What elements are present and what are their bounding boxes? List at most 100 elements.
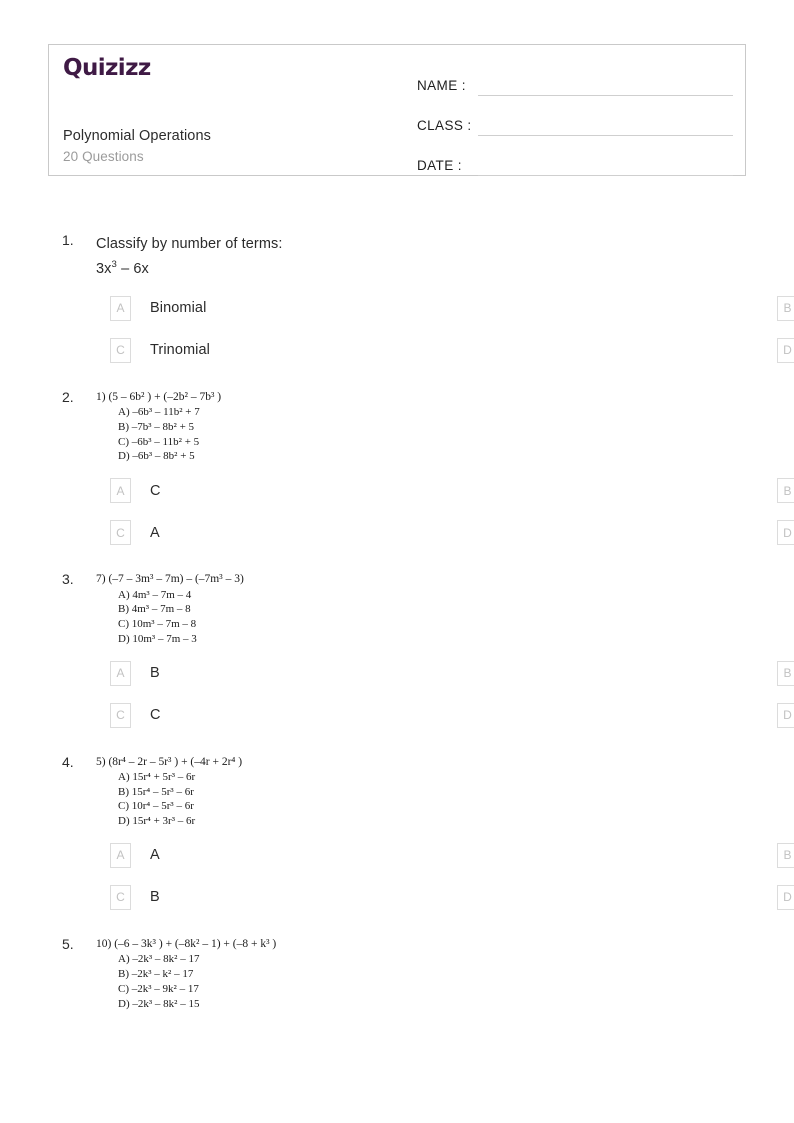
question-count-label: 20 Questions: [63, 149, 144, 164]
option-letter-badge: B: [777, 842, 794, 868]
answer-option-a[interactable]: A Binomial: [62, 295, 428, 321]
option-letter-badge: B: [777, 478, 794, 504]
question-number: 5.: [62, 935, 74, 952]
option-label: A: [150, 847, 160, 864]
option-letter-badge: C: [110, 884, 131, 910]
date-field-row: DATE :: [417, 143, 733, 176]
questions-list: 1. Classify by number of terms: 3x3 – 6x…: [0, 232, 794, 1017]
expression-rest: – 6x: [116, 260, 149, 277]
answer-options: A Binomial B 4-Term Polynomial C Trinomi…: [62, 295, 794, 363]
name-field-row: NAME :: [417, 63, 733, 96]
answer-option-b[interactable]: B 4-Term Polynomial: [428, 295, 794, 321]
answer-option-d[interactable]: D A: [428, 702, 794, 728]
question-number: 4.: [62, 753, 74, 770]
class-input-line[interactable]: [478, 115, 733, 136]
answer-option-d[interactable]: D Monomial: [428, 337, 794, 363]
question-body: 7) (–7 – 3m³ – 7m) – (–7m³ – 3) A) 4m³ –…: [96, 571, 794, 646]
student-info-fields: NAME : CLASS : DATE :: [417, 63, 733, 183]
option-letter-badge: A: [110, 478, 131, 504]
date-input-line[interactable]: [478, 155, 733, 176]
math-choice: D) –6b³ – 8b² + 5: [118, 450, 195, 463]
math-choice: C) 10m³ – 7m – 8: [118, 618, 197, 631]
math-choice: C) 10r⁴ – 5r³ – 6r: [118, 800, 194, 813]
math-choice: B) 4m³ – 7m – 8: [118, 603, 191, 616]
math-stem-expression: (–6 – 3k³ ) + (–8k² – 1) + (–8 + k³ ): [114, 937, 277, 950]
math-choice: B) –2k³ – k² – 17: [118, 968, 194, 981]
math-stem: 7) (–7 – 3m³ – 7m) – (–7m³ – 3): [96, 572, 794, 587]
question-body: 1) (5 – 6b² ) + (–2b² – 7b³ ) A) –6b³ – …: [96, 389, 794, 464]
question-item: 5. 10) (–6 – 3k³ ) + (–8k² – 1) + (–8 + …: [0, 936, 794, 1011]
question-prompt-expression: 3x3 – 6x: [96, 257, 794, 282]
header-brand-area: Quizizz: [63, 57, 393, 80]
math-stem-number: 1): [96, 390, 106, 403]
question-number: 3.: [62, 571, 74, 588]
option-row: A C B D: [62, 478, 794, 504]
math-choice: A) –2k³ – 8k² – 17: [118, 953, 200, 966]
answer-option-a[interactable]: A A: [62, 842, 428, 868]
option-label: B: [150, 889, 160, 906]
answer-option-c[interactable]: C B: [62, 884, 428, 910]
name-input-line[interactable]: [478, 75, 733, 96]
option-row: C Trinomial D Monomial: [62, 337, 794, 363]
option-label: C: [150, 482, 161, 499]
option-letter-badge: A: [110, 660, 131, 686]
option-letter-badge: D: [777, 702, 794, 728]
option-row: A B B D: [62, 660, 794, 686]
question-math-image: 5) (8r⁴ – 2r – 5r³ ) + (–4r + 2r⁴ ) A) 1…: [96, 754, 794, 829]
math-stem: 10) (–6 – 3k³ ) + (–8k² – 1) + (–8 + k³ …: [96, 937, 794, 952]
class-field-label: CLASS :: [417, 118, 472, 133]
math-stem-number: 5): [96, 755, 106, 768]
answer-option-d[interactable]: D B: [428, 520, 794, 546]
math-choice: D) –2k³ – 8k² – 15: [118, 997, 200, 1010]
math-stem-number: 7): [96, 573, 106, 586]
question-math-image: 10) (–6 – 3k³ ) + (–8k² – 1) + (–8 + k³ …: [96, 936, 794, 1011]
option-letter-badge: D: [777, 520, 794, 546]
answer-option-a[interactable]: A B: [62, 660, 428, 686]
class-field-row: CLASS :: [417, 103, 733, 136]
answer-option-b[interactable]: B D: [428, 660, 794, 686]
question-math-image: 1) (5 – 6b² ) + (–2b² – 7b³ ) A) –6b³ – …: [96, 389, 794, 464]
option-letter-badge: D: [777, 884, 794, 910]
answer-option-c[interactable]: C A: [62, 520, 428, 546]
option-letter-badge: C: [110, 702, 131, 728]
date-field-label: DATE :: [417, 158, 462, 173]
option-letter-badge: A: [110, 295, 131, 321]
answer-options: A A B C C B D D: [62, 842, 794, 910]
answer-option-c[interactable]: C Trinomial: [62, 337, 428, 363]
option-letter-badge: A: [110, 842, 131, 868]
question-number: 1.: [62, 232, 74, 248]
name-field-label: NAME :: [417, 78, 466, 93]
math-choice: D) 10m³ – 7m – 3: [118, 632, 197, 645]
math-choice: C) –2k³ – 9k² – 17: [118, 982, 199, 995]
question-item: 1. Classify by number of terms: 3x3 – 6x…: [0, 232, 794, 363]
answer-option-c[interactable]: C C: [62, 702, 428, 728]
answer-option-d[interactable]: D D: [428, 884, 794, 910]
question-math-image: 7) (–7 – 3m³ – 7m) – (–7m³ – 3) A) 4m³ –…: [96, 571, 794, 646]
option-row: A Binomial B 4-Term Polynomial: [62, 295, 794, 321]
math-stem-number: 10): [96, 937, 112, 950]
math-stem-expression: (–7 – 3m³ – 7m) – (–7m³ – 3): [108, 573, 244, 586]
question-item: 4. 5) (8r⁴ – 2r – 5r³ ) + (–4r + 2r⁴ ) A…: [0, 754, 794, 910]
quizizz-logo: Quizizz: [63, 55, 151, 81]
question-body: 5) (8r⁴ – 2r – 5r³ ) + (–4r + 2r⁴ ) A) 1…: [96, 754, 794, 829]
math-choice: C) –6b³ – 11b² + 5: [118, 435, 200, 448]
option-letter-badge: B: [777, 660, 794, 686]
question-number: 2.: [62, 388, 74, 405]
answer-option-b[interactable]: B C: [428, 842, 794, 868]
answer-option-b[interactable]: B D: [428, 478, 794, 504]
question-body: Classify by number of terms: 3x3 – 6x: [96, 232, 794, 282]
option-row: C B D D: [62, 884, 794, 910]
option-letter-badge: B: [777, 295, 794, 321]
answer-option-a[interactable]: A C: [62, 478, 428, 504]
question-body: 10) (–6 – 3k³ ) + (–8k² – 1) + (–8 + k³ …: [96, 936, 794, 1011]
answer-options: A C B D C A D B: [62, 478, 794, 546]
math-choice: A) –6b³ – 11b² + 7: [118, 406, 200, 419]
option-label: A: [150, 524, 160, 541]
math-stem: 5) (8r⁴ – 2r – 5r³ ) + (–4r + 2r⁴ ): [96, 755, 794, 770]
math-choice: B) 15r⁴ – 5r³ – 6r: [118, 785, 194, 798]
option-row: C C D A: [62, 702, 794, 728]
math-stem: 1) (5 – 6b² ) + (–2b² – 7b³ ): [96, 390, 794, 405]
option-letter-badge: C: [110, 337, 131, 363]
option-row: A A B C: [62, 842, 794, 868]
option-row: C A D B: [62, 520, 794, 546]
